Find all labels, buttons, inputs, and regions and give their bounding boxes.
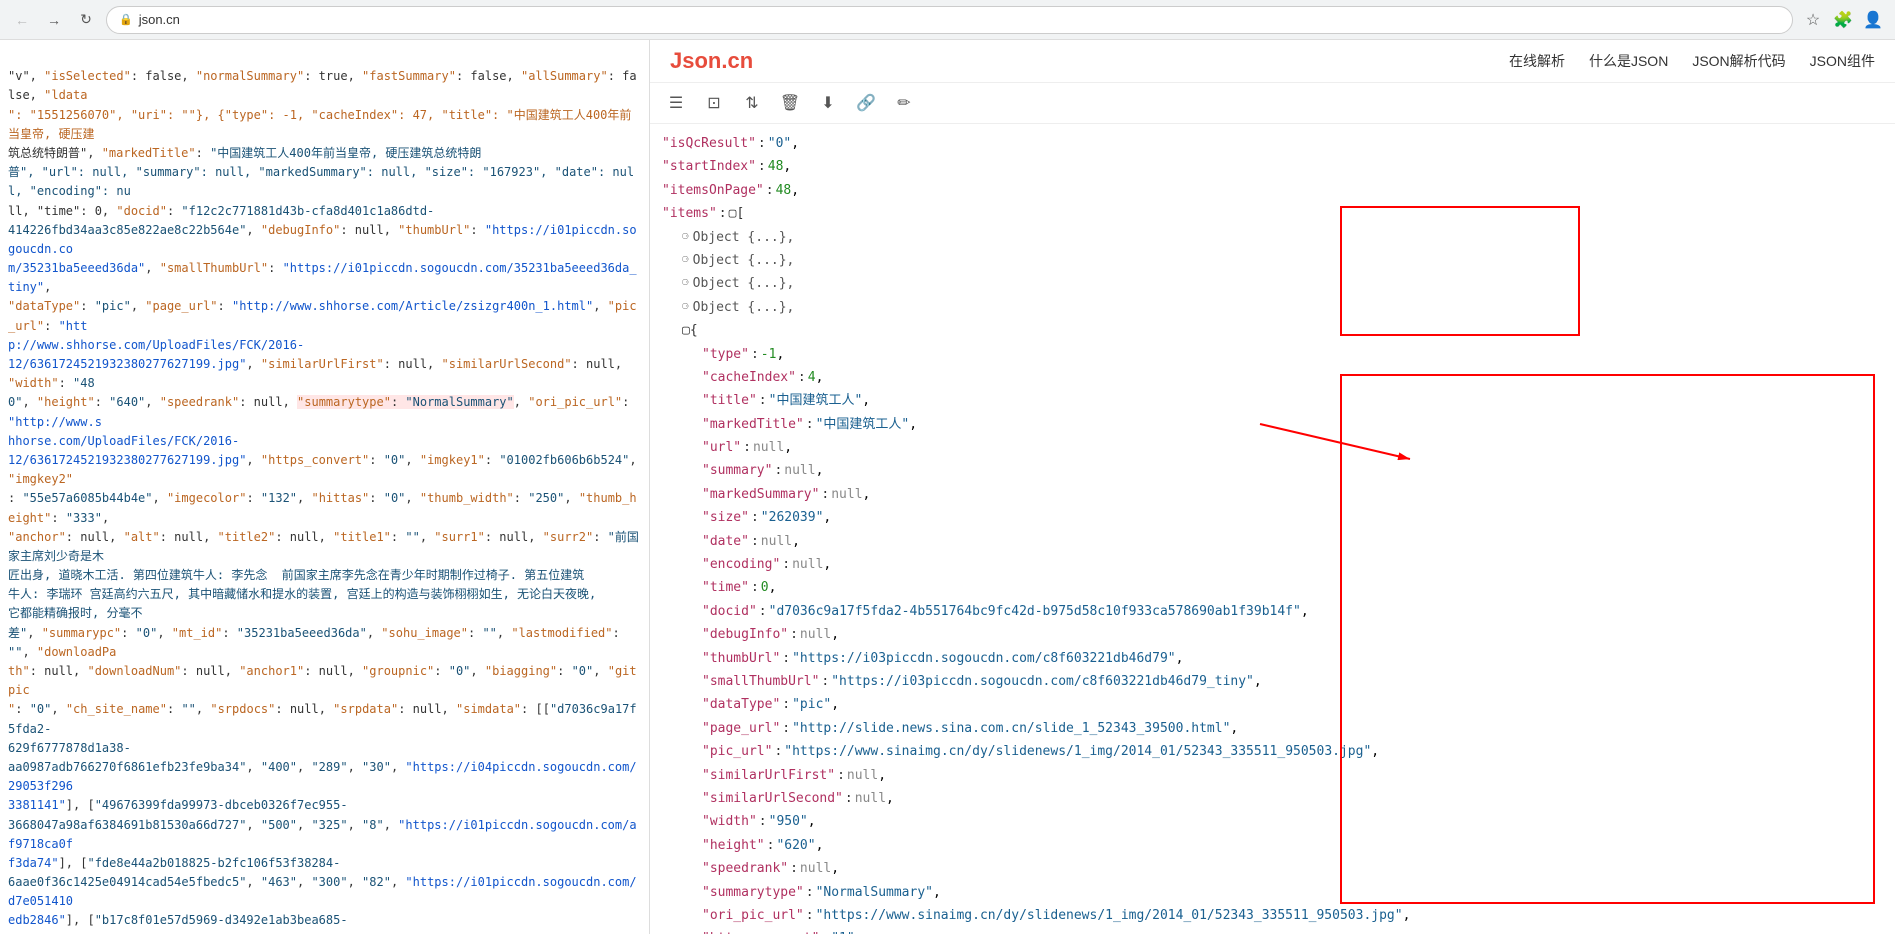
tree-cacheindex: "cacheIndex" : 4, bbox=[662, 366, 1883, 389]
tree-summary: "summary" : null, bbox=[662, 459, 1883, 482]
tree-debuginfo: "debugInfo" : null, bbox=[662, 623, 1883, 646]
tree-httpsconvert: "https_convert" : "1", bbox=[662, 927, 1883, 934]
tree-smallthumburl: "smallThumbUrl" : "https://i03piccdn.sog… bbox=[662, 670, 1883, 693]
nav-component[interactable]: JSON组件 bbox=[1810, 51, 1875, 71]
tree-url: "url" : null, bbox=[662, 436, 1883, 459]
lock-icon: 🔒 bbox=[119, 13, 133, 26]
star-button[interactable]: ☆ bbox=[1801, 8, 1825, 32]
tree-speedrank: "speedrank" : null, bbox=[662, 857, 1883, 880]
tree-line-isqcresult: "isQcResult" : "0", bbox=[662, 132, 1883, 155]
tree-thumburl: "thumbUrl" : "https://i03piccdn.sogoucdn… bbox=[662, 647, 1883, 670]
tree-encoding: "encoding" : null, bbox=[662, 553, 1883, 576]
tree-similarurlsecond: "similarUrlSecond" : null, bbox=[662, 787, 1883, 810]
browser-actions: ☆ 🧩 👤 bbox=[1801, 8, 1885, 32]
delete-button[interactable]: 🗑 bbox=[776, 89, 804, 117]
tree-width: "width" : "950", bbox=[662, 810, 1883, 833]
tree-expanded-start: ▢{ bbox=[662, 319, 1883, 342]
tree-datatype: "dataType" : "pic", bbox=[662, 693, 1883, 716]
edit-button[interactable]: ✏ bbox=[890, 89, 918, 117]
tree-line-itemsonpage: "itemsOnPage" : 48, bbox=[662, 179, 1883, 202]
tree-object-1[interactable]: ⚆ Object {...}, bbox=[662, 226, 1883, 249]
site-header: Json.cn 在线解析 什么是JSON JSON解析代码 JSON组件 bbox=[650, 40, 1895, 83]
forward-button[interactable]: → bbox=[42, 8, 66, 32]
tree-object-3[interactable]: ⚆ Object {...}, bbox=[662, 272, 1883, 295]
sort-button[interactable]: ⇅ bbox=[738, 89, 766, 117]
tree-markedsummary: "markedSummary" : null, bbox=[662, 483, 1883, 506]
tree-docid: "docid" : "d7036c9a17f5fda2-4b551764bc9f… bbox=[662, 600, 1883, 623]
download-button[interactable]: ⬇ bbox=[814, 89, 842, 117]
tree-similarurlfirst: "similarUrlFirst" : null, bbox=[662, 764, 1883, 787]
right-panel-wrapper: Json.cn 在线解析 什么是JSON JSON解析代码 JSON组件 ☰ ⊡… bbox=[650, 40, 1895, 934]
tree-object-4[interactable]: ⚆ Object {...}, bbox=[662, 296, 1883, 319]
tree-summarytype: "summarytype" : "NormalSummary", bbox=[662, 881, 1883, 904]
tree-time: "time" : 0, bbox=[662, 576, 1883, 599]
header-nav: 在线解析 什么是JSON JSON解析代码 JSON组件 bbox=[1509, 51, 1875, 71]
nav-online-parse[interactable]: 在线解析 bbox=[1509, 51, 1565, 71]
tree-type: "type" : -1, bbox=[662, 343, 1883, 366]
refresh-button[interactable]: ↻ bbox=[74, 8, 98, 32]
nav-what-json[interactable]: 什么是JSON bbox=[1589, 51, 1668, 71]
tree-picurl: "pic_url" : "https://www.sinaimg.cn/dy/s… bbox=[662, 740, 1883, 763]
tree-size: "size" : "262039", bbox=[662, 506, 1883, 529]
tree-date: "date" : null, bbox=[662, 530, 1883, 553]
tree-title: "title" : "中国建筑工人", bbox=[662, 389, 1883, 412]
main-container: "v", "isSelected": false, "normalSummary… bbox=[0, 40, 1895, 934]
address-text: json.cn bbox=[139, 12, 1780, 27]
tree-object-2[interactable]: ⚆ Object {...}, bbox=[662, 249, 1883, 272]
right-panel-content[interactable]: "isQcResult" : "0", "startIndex" : 48, "… bbox=[650, 124, 1895, 934]
left-panel[interactable]: "v", "isSelected": false, "normalSummary… bbox=[0, 40, 650, 934]
link-button[interactable]: 🔗 bbox=[852, 89, 880, 117]
tree-markedtitle: "markedTitle" : "中国建筑工人", bbox=[662, 413, 1883, 436]
back-button[interactable]: ← bbox=[10, 8, 34, 32]
tree-height: "height" : "620", bbox=[662, 834, 1883, 857]
logo-text: Json bbox=[670, 48, 721, 73]
toolbar-buttons: ☰ ⊡ ⇅ 🗑 ⬇ 🔗 ✏ bbox=[662, 89, 918, 117]
tree-line-startindex: "startIndex" : 48, bbox=[662, 155, 1883, 178]
browser-bar: ← → ↻ 🔒 json.cn ☆ 🧩 👤 bbox=[0, 0, 1895, 40]
logo-cn: cn bbox=[727, 48, 753, 73]
json-tree: "isQcResult" : "0", "startIndex" : 48, "… bbox=[650, 124, 1895, 934]
nav-parse-code[interactable]: JSON解析代码 bbox=[1692, 51, 1785, 71]
tree-oripicurl: "ori_pic_url" : "https://www.sinaimg.cn/… bbox=[662, 904, 1883, 927]
site-logo: Json.cn bbox=[670, 48, 753, 74]
tree-line-items: "items" : ▢[ bbox=[662, 202, 1883, 225]
tree-view-button[interactable]: ☰ bbox=[662, 89, 690, 117]
profile-button[interactable]: 👤 bbox=[1861, 8, 1885, 32]
right-panel-toolbar: ☰ ⊡ ⇅ 🗑 ⬇ 🔗 ✏ bbox=[650, 83, 1895, 124]
json-text-content: "v", "isSelected": false, "normalSummary… bbox=[8, 44, 641, 934]
copy-button[interactable]: ⊡ bbox=[700, 89, 728, 117]
address-bar[interactable]: 🔒 json.cn bbox=[106, 6, 1793, 34]
extensions-button[interactable]: 🧩 bbox=[1831, 8, 1855, 32]
tree-pageurl: "page_url" : "http://slide.news.sina.com… bbox=[662, 717, 1883, 740]
